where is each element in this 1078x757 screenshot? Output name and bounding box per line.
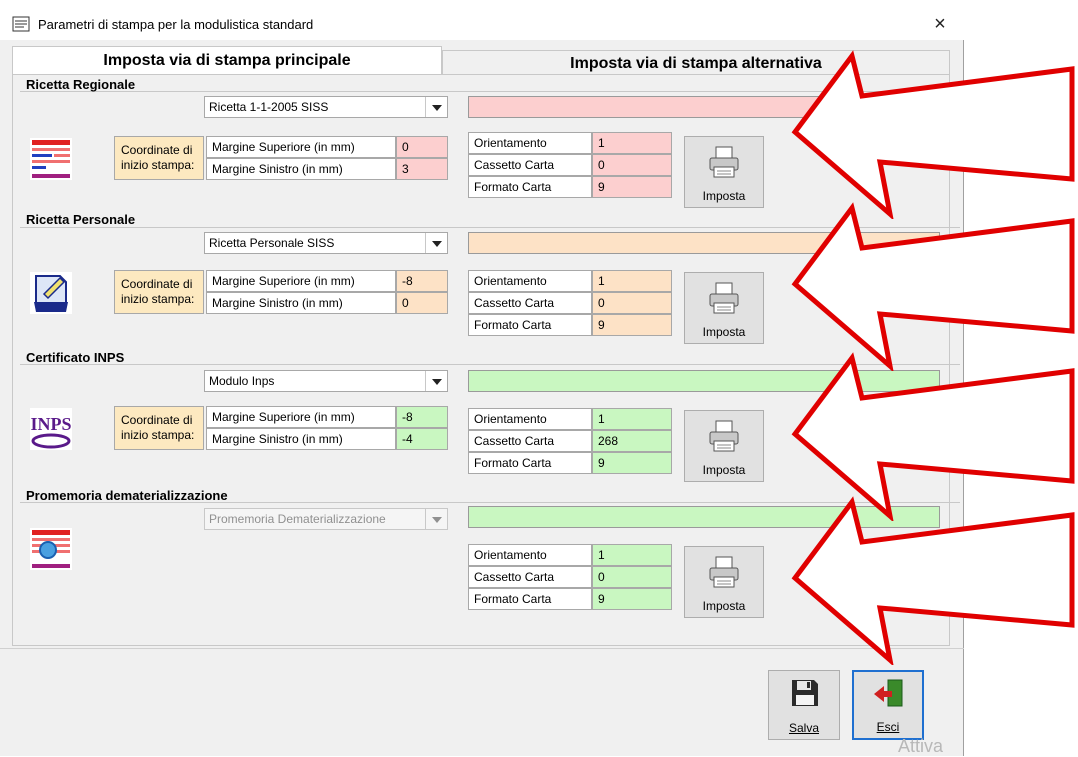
chevron-down-icon[interactable] (425, 509, 447, 529)
cassetto-label: Cassetto Carta (468, 566, 592, 588)
orientamento-input[interactable]: 1 (592, 544, 672, 566)
exit-label: Esci (876, 720, 900, 734)
cassetto-label: Cassetto Carta (468, 154, 592, 176)
printer-settings-icon (12, 16, 30, 32)
formato-label: Formato Carta (468, 176, 592, 198)
coordinate-label: Coordinate di inizio stampa: (114, 406, 204, 450)
margine-sinistro-input[interactable]: 0 (396, 292, 448, 314)
inps-logo-icon: INPS (30, 408, 72, 450)
margine-sinistro-input[interactable]: 3 (396, 158, 448, 180)
combo-ricetta-regionale[interactable]: Ricetta 1-1-2005 SISS (204, 96, 448, 118)
margine-superiore-input[interactable]: -8 (396, 406, 448, 428)
formato-input[interactable]: 9 (592, 452, 672, 474)
margine-superiore-label: Margine Superiore (in mm) (206, 270, 396, 292)
section-title-promemoria: Promemoria dematerializzazione (26, 488, 228, 503)
imposta-label: Imposta (702, 325, 746, 339)
orientamento-input[interactable]: 1 (592, 408, 672, 430)
cassetto-input[interactable]: 0 (592, 292, 672, 314)
formato-label: Formato Carta (468, 452, 592, 474)
title-bar: Parametri di stampa per la modulistica s… (0, 0, 964, 40)
activation-watermark: Attiva (898, 736, 944, 756)
margine-superiore-input[interactable]: 0 (396, 136, 448, 158)
orientamento-label: Orientamento (468, 408, 592, 430)
close-button[interactable]: × (928, 12, 952, 36)
tab-principale[interactable]: Imposta via di stampa principale (12, 46, 442, 74)
exit-door-icon (874, 679, 903, 707)
floppy-disk-icon (792, 680, 818, 706)
printer-icon (709, 420, 739, 452)
orientamento-input[interactable]: 1 (592, 132, 672, 154)
chevron-down-icon[interactable] (425, 97, 447, 117)
cassetto-label: Cassetto Carta (468, 430, 592, 452)
orientamento-label: Orientamento (468, 132, 592, 154)
margine-superiore-label: Margine Superiore (in mm) (206, 406, 396, 428)
imposta-label: Imposta (702, 189, 746, 203)
orientamento-label: Orientamento (468, 544, 592, 566)
combo-value: Promemoria Dematerializzazione (209, 512, 386, 526)
printer-icon (709, 146, 739, 178)
chevron-down-icon[interactable] (425, 233, 447, 253)
cassetto-input[interactable]: 0 (592, 566, 672, 588)
orientamento-label: Orientamento (468, 270, 592, 292)
promemoria-icon (30, 528, 72, 570)
annotation-arrow-4 (791, 496, 1075, 665)
imposta-button[interactable]: Imposta (684, 546, 764, 618)
cassetto-label: Cassetto Carta (468, 292, 592, 314)
coordinate-label: Coordinate di inizio stampa: (114, 136, 204, 180)
combo-certificato-inps[interactable]: Modulo Inps (204, 370, 448, 392)
formato-label: Formato Carta (468, 314, 592, 336)
annotation-arrow-2 (791, 202, 1075, 371)
ricetta-personale-icon (30, 272, 72, 314)
save-label: Salva (788, 721, 820, 735)
svg-text:INPS: INPS (30, 414, 71, 434)
combo-value: Ricetta Personale SISS (209, 236, 335, 250)
formato-input[interactable]: 9 (592, 176, 672, 198)
margine-sinistro-label: Margine Sinistro (in mm) (206, 158, 396, 180)
imposta-button[interactable]: Imposta (684, 136, 764, 208)
section-title-certificato-inps: Certificato INPS (26, 350, 125, 365)
section-title-ricetta-personale: Ricetta Personale (26, 212, 136, 227)
save-button[interactable]: Salva (768, 670, 840, 740)
margine-sinistro-label: Margine Sinistro (in mm) (206, 292, 396, 314)
ricetta-regionale-icon (30, 138, 72, 180)
coordinate-label: Coordinate di inizio stampa: (114, 270, 204, 314)
combo-promemoria[interactable]: Promemoria Dematerializzazione (204, 508, 448, 530)
section-title-ricetta-regionale: Ricetta Regionale (26, 77, 136, 92)
cassetto-input[interactable]: 268 (592, 430, 672, 452)
margine-superiore-input[interactable]: -8 (396, 270, 448, 292)
formato-label: Formato Carta (468, 588, 592, 610)
imposta-button[interactable]: Imposta (684, 410, 764, 482)
annotation-arrow-1 (791, 50, 1075, 219)
printer-icon (709, 282, 739, 314)
cassetto-input[interactable]: 0 (592, 154, 672, 176)
imposta-button[interactable]: Imposta (684, 272, 764, 344)
imposta-label: Imposta (702, 463, 746, 477)
exit-button[interactable]: Esci (852, 670, 924, 740)
window-title: Parametri di stampa per la modulistica s… (38, 17, 314, 32)
imposta-label: Imposta (702, 599, 746, 613)
formato-input[interactable]: 9 (592, 314, 672, 336)
formato-input[interactable]: 9 (592, 588, 672, 610)
margine-sinistro-input[interactable]: -4 (396, 428, 448, 450)
margine-sinistro-label: Margine Sinistro (in mm) (206, 428, 396, 450)
margine-superiore-label: Margine Superiore (in mm) (206, 136, 396, 158)
chevron-down-icon[interactable] (425, 371, 447, 391)
orientamento-input[interactable]: 1 (592, 270, 672, 292)
combo-value: Modulo Inps (209, 374, 275, 388)
combo-ricetta-personale[interactable]: Ricetta Personale SISS (204, 232, 448, 254)
printer-icon (709, 556, 739, 588)
combo-value: Ricetta 1-1-2005 SISS (209, 100, 329, 114)
